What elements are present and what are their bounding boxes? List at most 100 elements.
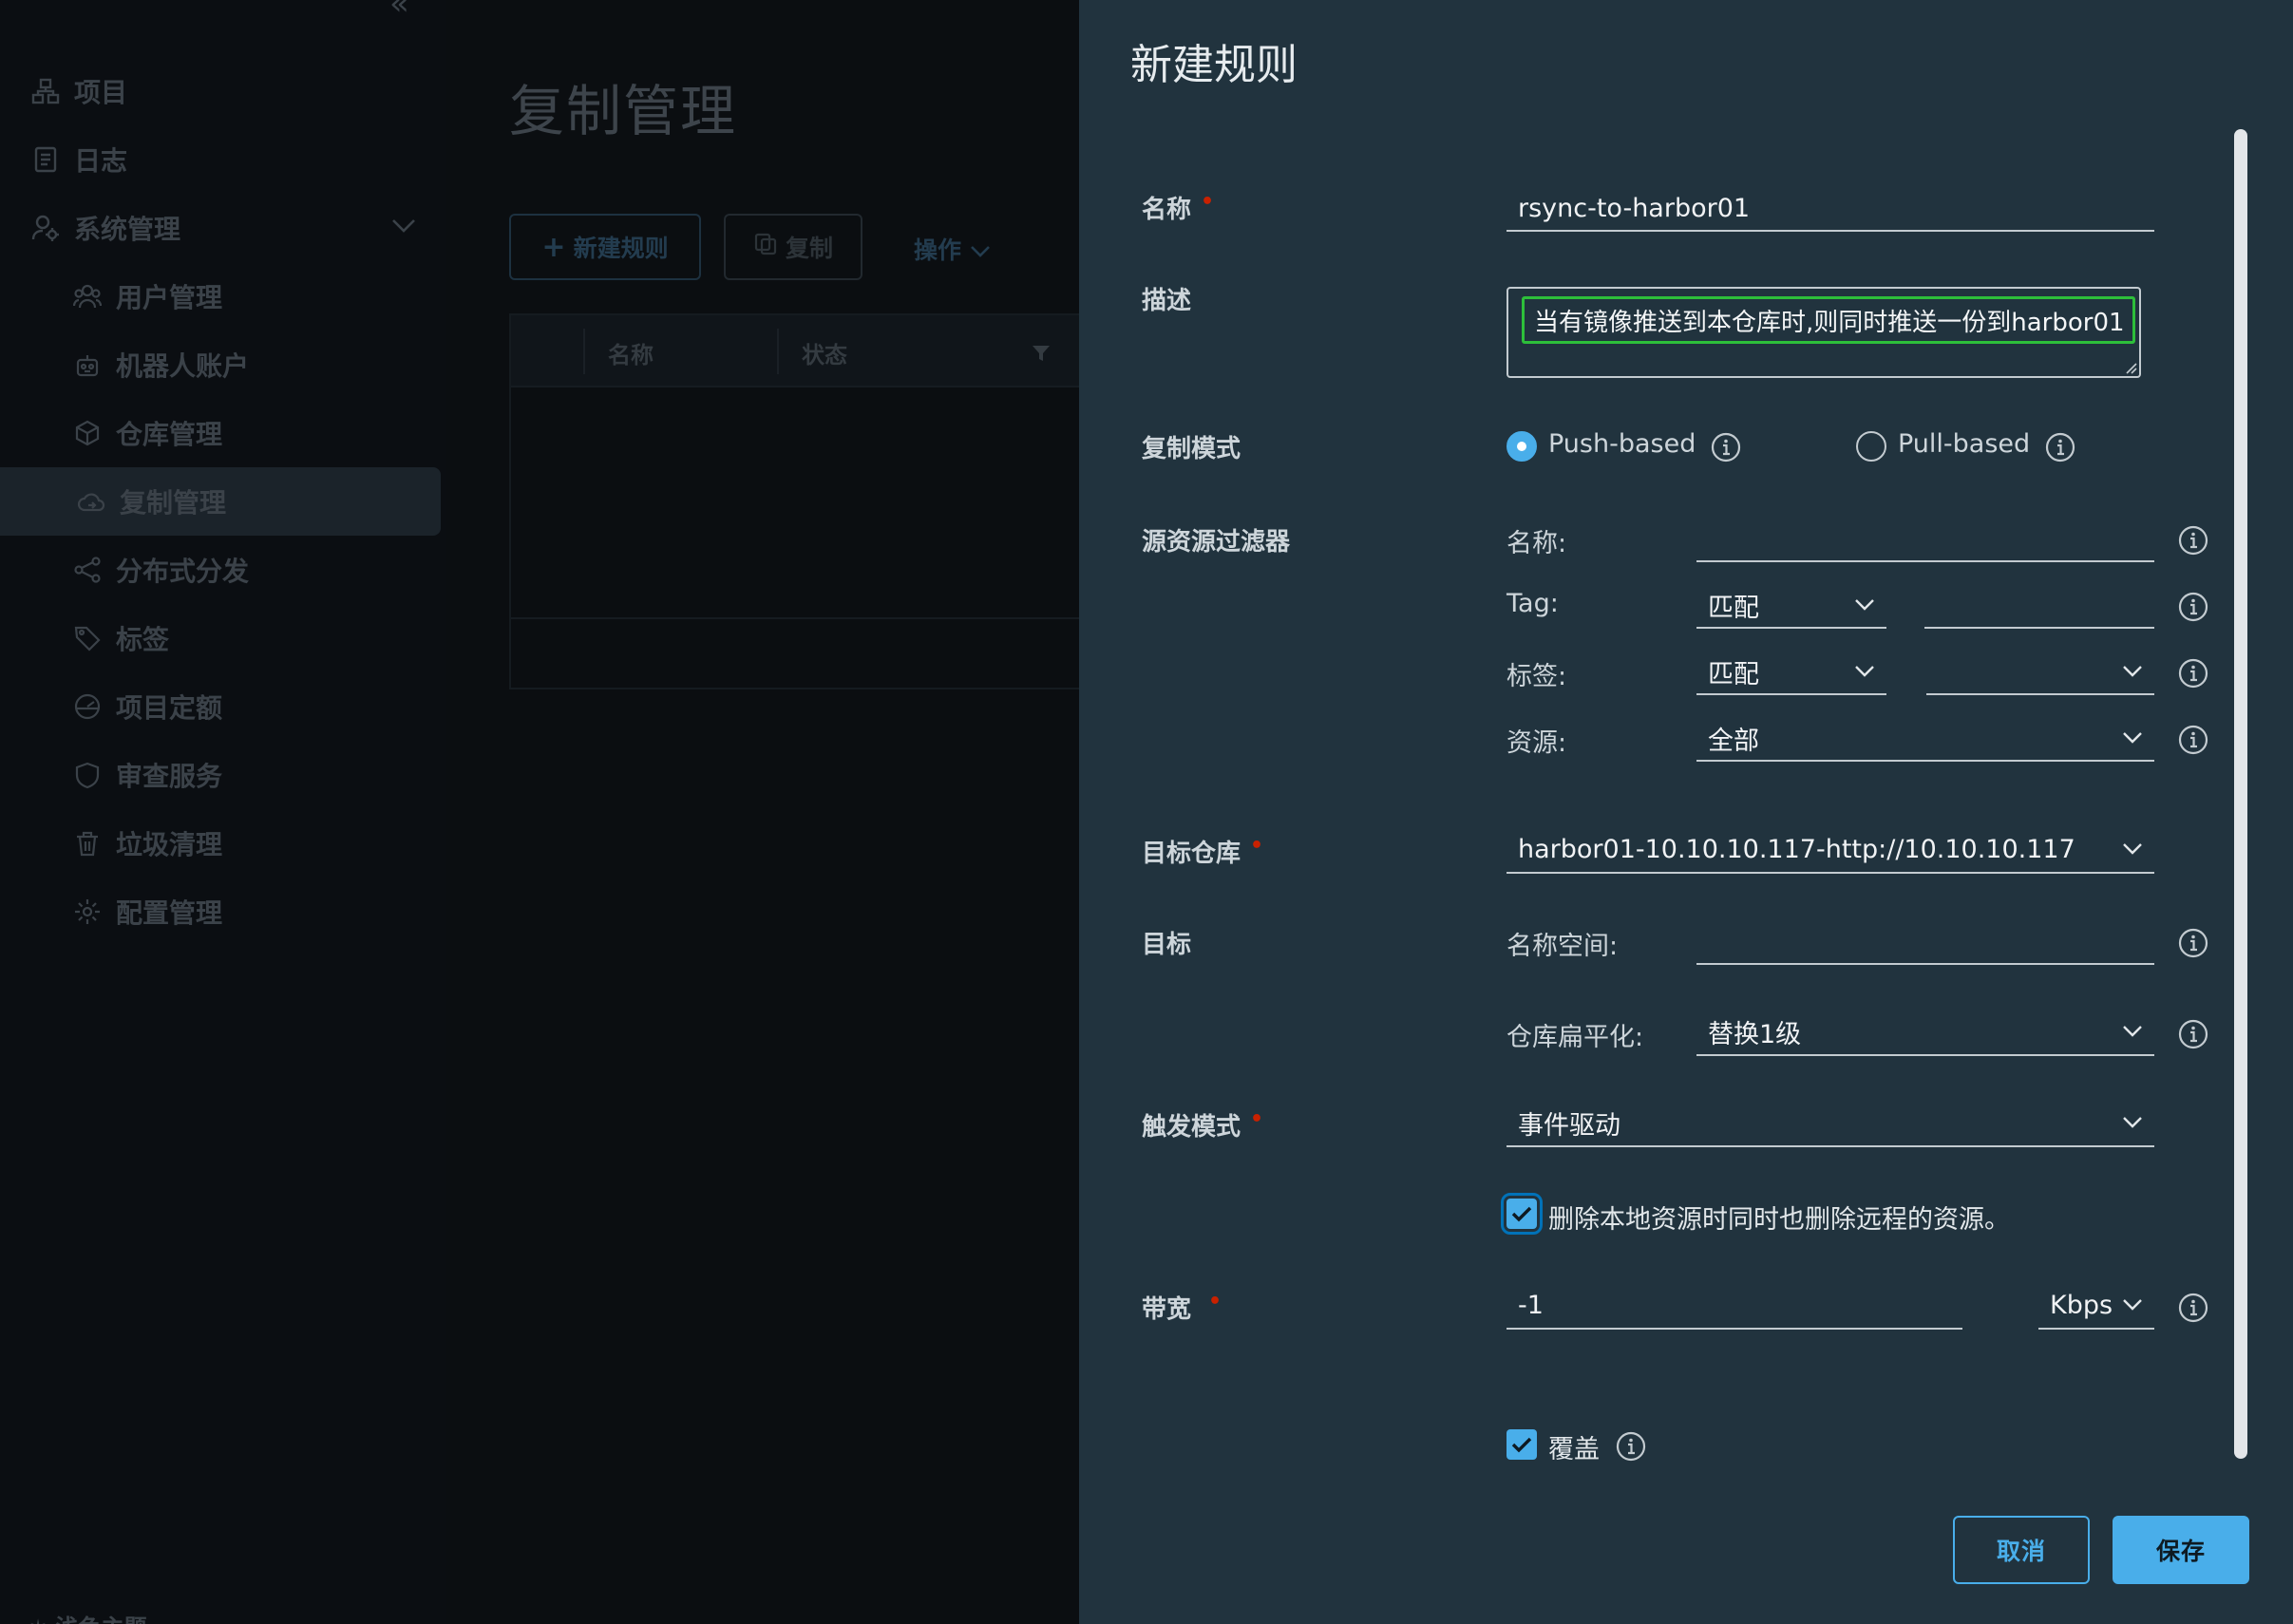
app-window: « 项目 日志 系统管理 用户管理 机器人账户 仓库管理 复制管理 分布式分发 … [0,0,2293,1624]
sidebar-item-gc[interactable]: 垃圾清理 [72,809,222,878]
sidebar-item-registries[interactable]: 仓库管理 [72,399,222,467]
trigger-mode-select[interactable]: 事件驱动 [1507,1100,2154,1147]
chevron-down-icon [970,236,991,264]
sidebar: « 项目 日志 系统管理 用户管理 机器人账户 仓库管理 复制管理 分布式分发 … [0,0,446,1624]
description-text: 当有镜像推送到本仓库时,则同时推送一份到harbor01 [1522,296,2135,344]
sidebar-item-distribution[interactable]: 分布式分发 [72,536,249,604]
trash-icon [72,828,103,859]
delete-remote-checkbox[interactable] [1501,1193,1543,1235]
table-footer [511,617,1079,619]
info-icon[interactable] [2177,1292,2209,1324]
table-header: 名称 状态 [511,315,1079,387]
info-icon[interactable] [2177,1018,2209,1050]
sidebar-item-logs[interactable]: 日志 [30,125,127,194]
resource-select[interactable]: 全部 [1696,716,2154,762]
chevron-down-icon [2123,843,2142,855]
flatten-select[interactable]: 替换1级 [1696,1009,2154,1056]
page-title: 复制管理 [509,79,738,143]
namespace-label: 名称空间: [1507,932,1619,961]
delete-remote-label[interactable]: 删除本地资源时同时也删除远程的资源。 [1548,1199,2010,1236]
copy-button[interactable]: 复制 [724,214,862,280]
new-rule-button[interactable]: + 新建规则 [509,214,701,280]
sidebar-item-replications[interactable]: 复制管理 [0,467,441,536]
filter-icon[interactable] [1032,344,1051,367]
check-icon [1511,1206,1532,1222]
gear-icon [72,897,103,927]
collapse-sidebar-icon[interactable]: « [389,0,409,23]
dialog-title: 新建规则 [1130,41,1298,89]
bandwidth-unit-select[interactable]: Kbps [2038,1282,2154,1330]
cancel-button[interactable]: 取消 [1953,1516,2090,1584]
column-header-name[interactable]: 名称 [608,336,654,369]
name-input[interactable]: rsync-to-harbor01 [1507,186,2154,232]
push-based-radio[interactable] [1507,431,1537,462]
bandwidth-input[interactable]: -1 [1507,1282,1962,1330]
chevron-down-icon [2123,1117,2142,1128]
column-header-status[interactable]: 状态 [802,336,847,369]
info-icon[interactable] [2177,724,2209,756]
bandwidth-label: 带宽 • [1142,1290,1222,1324]
sidebar-item-projects[interactable]: 项目 [30,57,127,125]
info-icon[interactable] [1710,431,1742,463]
info-icon[interactable] [2177,591,2209,623]
chevron-down-icon[interactable] [391,213,416,239]
label-match-select[interactable]: 匹配 [1696,650,1886,695]
filter-name-label: 名称: [1507,529,1567,558]
sidebar-item-users[interactable]: 用户管理 [72,262,222,330]
sidebar-item-labels[interactable]: 标签 [72,604,169,672]
namespace-input[interactable] [1696,917,2154,965]
chevron-down-icon [2123,732,2142,744]
copy-icon [753,232,778,262]
info-icon[interactable] [2044,431,2076,463]
theme-toggle[interactable]: ✶ 浅色主题 [28,1609,146,1624]
chevron-down-icon [1855,599,1874,611]
project-icon [30,76,61,106]
dialog-scrollbar[interactable] [2234,129,2247,1459]
override-checkbox[interactable] [1507,1429,1537,1460]
target-registry-select[interactable]: harbor01-10.10.10.117-http://10.10.10.11… [1507,826,2154,874]
check-icon [1511,1437,1532,1453]
push-based-label[interactable]: Push-based [1548,429,1696,459]
pull-based-radio[interactable] [1856,431,1886,462]
tag-icon [72,623,103,653]
share-icon [72,555,103,585]
tag-pattern-input[interactable] [1924,583,2154,629]
info-icon[interactable] [2177,524,2209,557]
save-button[interactable]: 保存 [2113,1516,2249,1584]
required-marker: • [1250,834,1264,858]
chevron-down-icon [2123,666,2142,677]
chevron-down-icon [2123,1299,2142,1311]
users-icon [72,281,103,312]
log-icon [30,144,61,175]
admin-icon [30,213,61,243]
robot-icon [72,349,103,380]
sidebar-item-interrogation[interactable]: 审查服务 [72,741,222,809]
info-icon[interactable] [1615,1430,1647,1463]
cloud-icon [76,486,106,517]
target-registry-label: 目标仓库 • [1142,834,1264,868]
info-icon[interactable] [2177,927,2209,959]
description-textarea[interactable]: 当有镜像推送到本仓库时,则同时推送一份到harbor01 [1507,287,2141,378]
new-rule-dialog: 新建规则 名称 • rsync-to-harbor01 描述 当有镜像推送到本仓库… [1079,0,2293,1624]
resize-grip-icon[interactable] [2124,361,2137,374]
name-label: 名称 • [1142,190,1215,224]
sidebar-item-quotas[interactable]: 项目定额 [72,672,222,741]
override-label[interactable]: 覆盖 [1548,1428,1600,1465]
sidebar-item-admin[interactable]: 系统管理 [30,194,180,262]
tag-match-select[interactable]: 匹配 [1696,583,1886,629]
actions-dropdown[interactable]: 操作 [914,232,991,266]
replication-rules-table: 名称 状态 [509,313,1079,689]
star-icon: ✶ [28,1615,55,1624]
info-icon[interactable] [2177,657,2209,689]
shield-icon [72,760,103,790]
chevron-down-icon [2123,1026,2142,1037]
sidebar-item-robots[interactable]: 机器人账户 [72,330,249,399]
required-marker: • [1250,1107,1264,1131]
description-label: 描述 [1142,287,1192,315]
filter-name-input[interactable] [1696,519,2154,562]
pull-based-label[interactable]: Pull-based [1898,429,2030,459]
gauge-icon [72,691,103,722]
label-value-select[interactable] [1926,650,2154,695]
source-filter-label: 源资源过滤器 [1142,528,1291,557]
sidebar-item-config[interactable]: 配置管理 [72,878,222,946]
